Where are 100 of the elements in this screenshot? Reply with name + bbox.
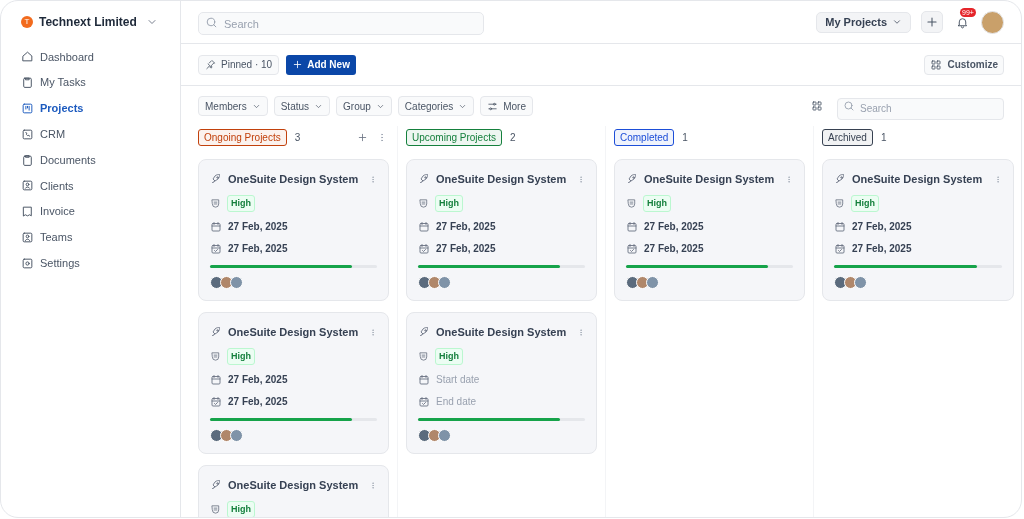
add-card-button[interactable]: [357, 131, 369, 143]
rocket-icon: [418, 326, 430, 339]
search-icon: [843, 100, 855, 112]
add-button[interactable]: [921, 11, 943, 33]
kebab-icon: [577, 173, 585, 185]
project-card[interactable]: OneSuite Design System High: [198, 465, 389, 517]
project-card[interactable]: OneSuite Design System High 27 Feb, 2025 27 Feb, 2025: [198, 312, 389, 454]
calendar-check-icon: [418, 242, 430, 255]
sidebar-item[interactable]: My Tasks: [21, 69, 160, 96]
card-menu-button[interactable]: [785, 173, 793, 186]
card-menu-button[interactable]: [577, 326, 585, 339]
member-avatar: [438, 429, 451, 442]
card-menu-button[interactable]: [369, 173, 377, 186]
workspace-logo: T: [21, 16, 33, 28]
project-card[interactable]: OneSuite Design System High Start date End date: [406, 312, 597, 454]
sidebar-item[interactable]: Teams: [21, 224, 160, 251]
shield-icon: [418, 350, 429, 362]
card-title: OneSuite Design System: [436, 325, 568, 340]
start-date: 27 Feb, 2025: [644, 220, 704, 234]
start-date: 27 Feb, 2025: [436, 220, 496, 234]
sidebar-item[interactable]: Documents: [21, 147, 160, 173]
filter-dropdown[interactable]: Status: [273, 96, 331, 116]
shield-icon: [418, 197, 429, 209]
filter-dropdown[interactable]: Group: [336, 96, 392, 116]
start-date: 27 Feb, 2025: [852, 220, 912, 234]
column-tag: Archived: [822, 128, 873, 146]
project-card[interactable]: OneSuite Design System High 27 Feb, 2025 27 Feb, 2025: [406, 159, 597, 301]
kebab-icon: [785, 173, 793, 185]
calendar-check-icon: [210, 395, 222, 408]
member-avatar: [418, 429, 431, 442]
project-select[interactable]: My Projects: [816, 11, 911, 33]
column-tag: Ongoing Projects: [198, 128, 287, 146]
filter-dropdown[interactable]: Members: [198, 96, 268, 116]
phone-icon: [21, 127, 34, 141]
search-field[interactable]: Search: [198, 12, 484, 35]
member-avatar: [210, 276, 223, 289]
member-avatar: [626, 276, 639, 289]
card-title: OneSuite Design System: [228, 478, 360, 493]
shield-icon: [210, 197, 221, 209]
pin-icon: [205, 59, 216, 70]
grid-icon: [930, 58, 943, 71]
rocket-icon: [626, 173, 638, 186]
project-card[interactable]: OneSuite Design System High 27 Feb, 2025 27 Feb, 2025: [198, 159, 389, 301]
end-date: 27 Feb, 2025: [228, 242, 288, 256]
avatar[interactable]: [981, 10, 1004, 34]
sidebar-item[interactable]: Dashboard: [21, 44, 160, 70]
sidebar-item[interactable]: Invoice: [21, 198, 160, 225]
sidebar-item[interactable]: Clients: [21, 173, 160, 199]
add-new-button[interactable]: Add New: [286, 54, 356, 75]
member-avatar: [230, 429, 243, 442]
grid-icon: [811, 100, 823, 112]
project-card[interactable]: OneSuite Design System High 27 Feb, 2025 27 Feb, 2025: [614, 159, 805, 301]
filter-dropdown[interactable]: Categories: [397, 96, 475, 116]
member-avatar: [428, 429, 441, 442]
calendar-icon: [210, 220, 222, 233]
sidebar-item[interactable]: Settings: [21, 250, 160, 277]
shield-icon: [834, 197, 845, 209]
grid-view-button[interactable]: [811, 99, 825, 113]
search-field[interactable]: Search: [837, 97, 1004, 120]
home-icon: [21, 50, 34, 64]
calendar-check-icon: [210, 242, 222, 255]
project-card[interactable]: OneSuite Design System High 27 Feb, 2025 27 Feb, 2025: [822, 159, 1014, 301]
member-avatar: [220, 429, 233, 442]
card-menu-button[interactable]: [577, 173, 585, 186]
member-avatar: [220, 276, 233, 289]
rocket-icon: [210, 173, 222, 186]
kebab-icon: [369, 479, 377, 491]
member-avatar: [438, 276, 451, 289]
shield-icon: [626, 197, 637, 209]
pinned-button[interactable]: Pinned · 10: [198, 54, 280, 75]
member-avatar: [646, 276, 659, 289]
plus-icon: [357, 131, 368, 143]
customize-button[interactable]: Customize: [924, 54, 1004, 75]
member-avatar: [230, 276, 243, 289]
kebab-icon: [577, 326, 585, 338]
member-avatar: [834, 276, 847, 289]
column-tag: Upcoming Projects: [406, 128, 502, 146]
rocket-icon: [418, 173, 430, 186]
card-menu-button[interactable]: [994, 173, 1002, 186]
card-menu-button[interactable]: [369, 326, 377, 339]
sidebar-item[interactable]: CRM: [21, 121, 160, 148]
start-date: 27 Feb, 2025: [228, 220, 288, 234]
column-count: 3: [294, 130, 301, 145]
member-avatar: [418, 276, 431, 289]
sliders-icon: [487, 100, 499, 112]
sidebar-item[interactable]: Projects: [21, 95, 160, 122]
end-date-placeholder: End date: [436, 395, 477, 409]
calendar-icon: [834, 220, 846, 233]
card-menu-button[interactable]: [369, 479, 377, 492]
end-date: 27 Feb, 2025: [228, 395, 288, 409]
settings-icon: [21, 256, 34, 270]
plus-icon: [292, 59, 304, 70]
bell-icon: [955, 15, 969, 29]
start-date-placeholder: Start date: [436, 373, 480, 387]
shield-icon: [210, 350, 221, 362]
card-title: OneSuite Design System: [852, 172, 984, 187]
priority-tag: High: [435, 194, 463, 212]
member-avatar: [844, 276, 857, 289]
end-date: 27 Feb, 2025: [644, 242, 704, 256]
more-filters-button[interactable]: More: [480, 96, 533, 116]
